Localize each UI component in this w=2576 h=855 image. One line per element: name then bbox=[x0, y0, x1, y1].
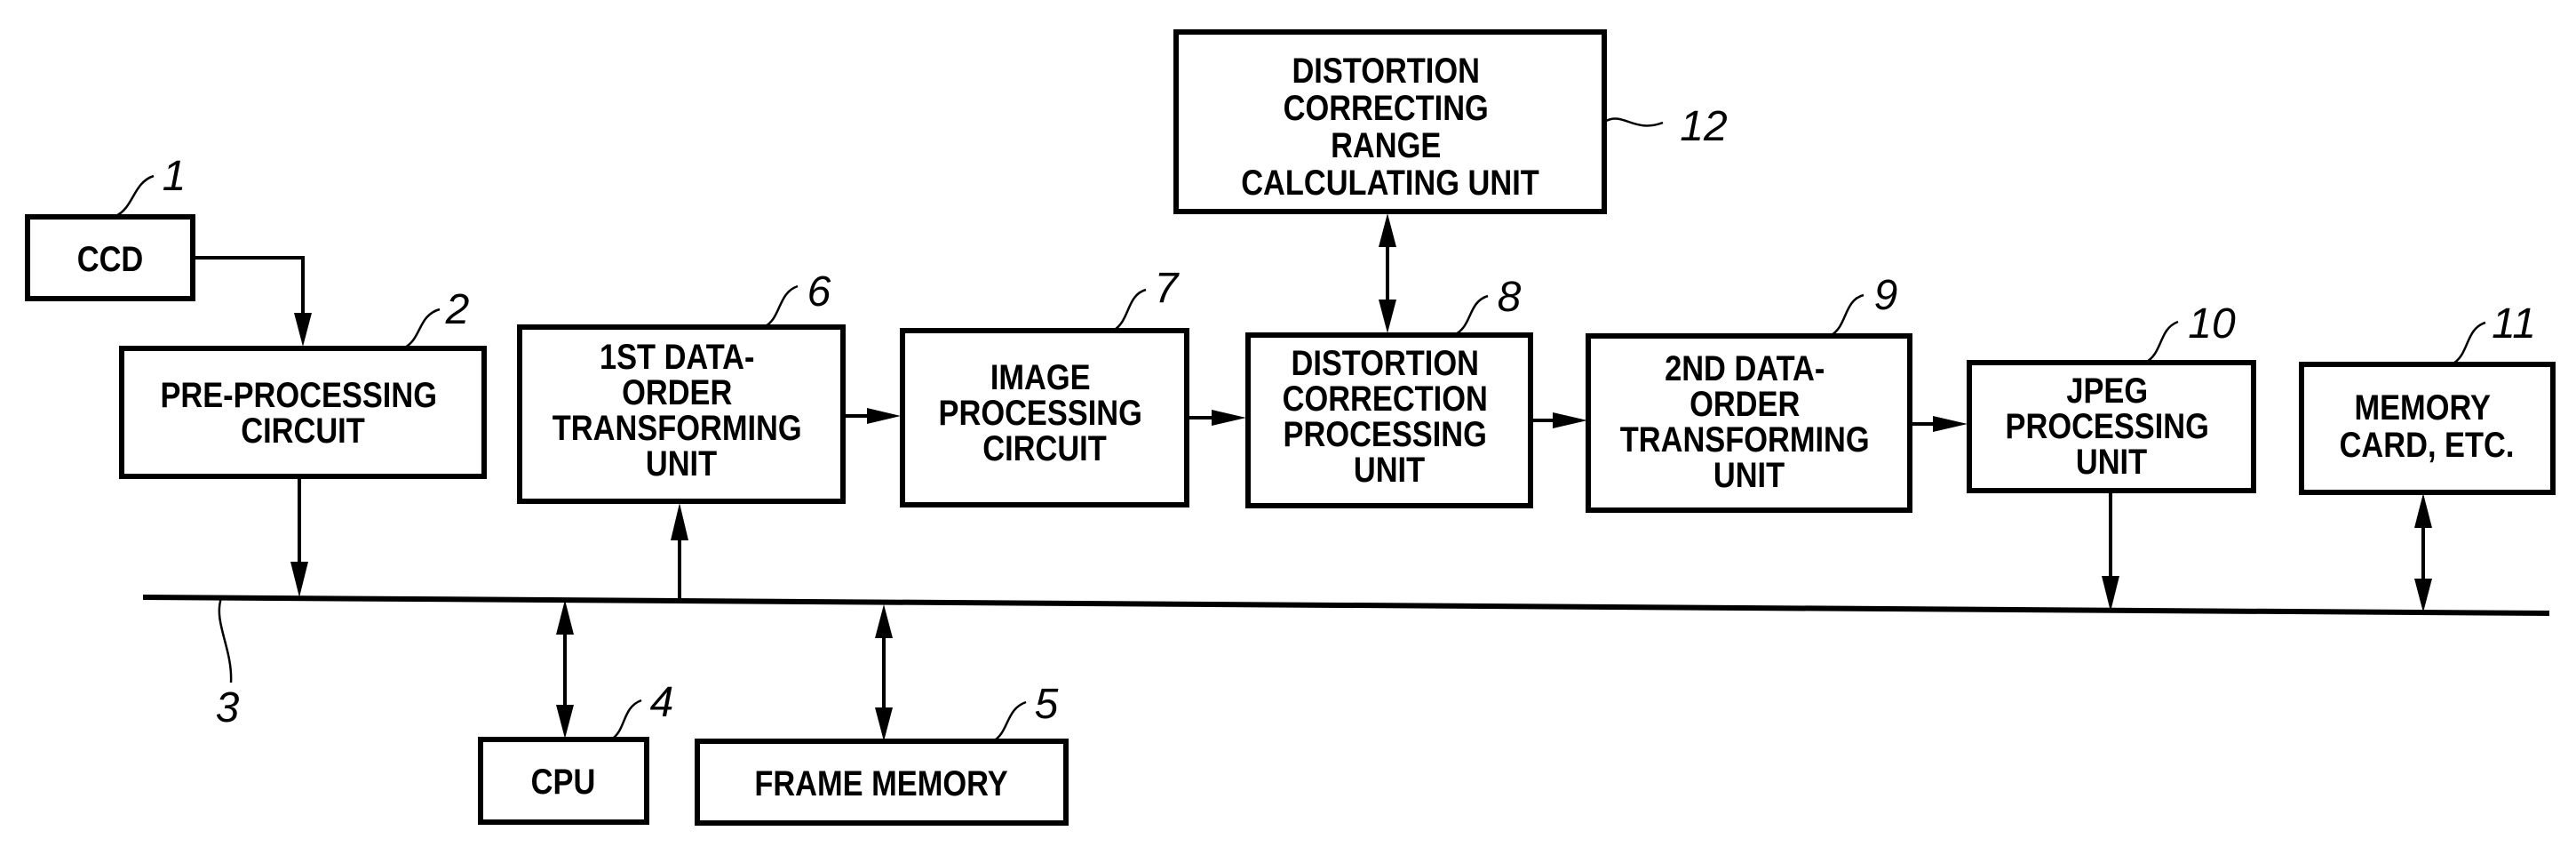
pre-processing-ref-number: 2 bbox=[445, 286, 470, 333]
block-cpu-label: CPU bbox=[531, 762, 596, 802]
block-frame-memory-label: FRAME MEMORY bbox=[754, 763, 1007, 803]
arrowhead-right-icon bbox=[1553, 412, 1587, 428]
second-data-order-ref-leader bbox=[1829, 293, 1864, 338]
cpu-ref-leader bbox=[610, 699, 642, 741]
frame-memory-ref-leader bbox=[992, 700, 1027, 743]
block-image-processing-line: PROCESSING bbox=[939, 393, 1142, 433]
bus-ref-leader bbox=[218, 597, 233, 683]
system-bus bbox=[142, 595, 2550, 616]
block-first-data-order-line: ORDER bbox=[622, 372, 732, 412]
first-data-order-ref-leader bbox=[763, 284, 799, 329]
arrowhead-down-icon bbox=[290, 562, 308, 597]
block-frame-memory: FRAME MEMORY 5 bbox=[695, 681, 1069, 826]
svg-text:CPU: CPU bbox=[531, 762, 596, 802]
arrowhead-right-icon bbox=[1933, 416, 1968, 432]
first-data-order-ref-number: 6 bbox=[807, 268, 831, 316]
arrowhead-down-icon bbox=[556, 705, 574, 739]
block-second-data-order-transforming-unit: 2ND DATA- ORDER TRANSFORMING UNIT 9 bbox=[1586, 272, 1912, 513]
block-distortion-correction-line: PROCESSING bbox=[1284, 414, 1487, 454]
distortion-correction-ref-number: 8 bbox=[1498, 274, 1522, 321]
svg-text:FRAME MEMORY: FRAME MEMORY bbox=[754, 763, 1007, 803]
block-memory-card-line: CARD, ETC. bbox=[2340, 425, 2515, 465]
block-image-processing-circuit: IMAGE PROCESSING CIRCUIT 7 bbox=[900, 265, 1189, 507]
block-cpu: CPU 4 bbox=[478, 679, 674, 825]
frame-memory-ref-number: 5 bbox=[1035, 681, 1059, 728]
arrowhead-up-icon bbox=[1379, 213, 1396, 247]
block-range-calc-line: DISTORTION bbox=[1292, 51, 1479, 91]
block-jpeg-line: UNIT bbox=[2076, 442, 2147, 482]
arrow-ccd-to-preprocessing bbox=[193, 256, 305, 320]
cpu-ref-number: 4 bbox=[650, 679, 674, 726]
block-distortion-correction-line: UNIT bbox=[1354, 450, 1425, 490]
second-data-order-ref-number: 9 bbox=[1874, 272, 1898, 319]
block-distortion-correction-line: CORRECTION bbox=[1283, 379, 1488, 419]
block-first-data-order-transforming-unit: 1ST DATA- ORDER TRANSFORMING UNIT 6 bbox=[517, 268, 846, 504]
block-jpeg-line: JPEG bbox=[2066, 371, 2148, 411]
arrowhead-up-icon bbox=[671, 503, 688, 540]
arrowhead-up-icon bbox=[556, 600, 574, 635]
svg-text:MEMORY CARD, ETC.: MEMORY CARD, ETC. bbox=[2340, 388, 2515, 465]
pre-processing-ref-leader bbox=[402, 308, 441, 350]
block-distortion-correction-line: DISTORTION bbox=[1291, 343, 1478, 383]
block-second-data-order-line: ORDER bbox=[1690, 384, 1800, 424]
block-distortion-correcting-range-calculating-unit: DISTORTION CORRECTING RANGE CALCULATING … bbox=[1173, 29, 1728, 214]
image-processing-ref-leader bbox=[1112, 288, 1147, 332]
block-first-data-order-line: UNIT bbox=[646, 443, 717, 483]
ccd-ref-leader bbox=[115, 174, 155, 218]
memory-card-ref-leader bbox=[2451, 321, 2486, 366]
block-memory-card: MEMORY CARD, ETC. 11 bbox=[2299, 300, 2556, 495]
arrowhead-down-icon bbox=[1379, 300, 1396, 333]
block-first-data-order-line: 1ST DATA- bbox=[600, 337, 754, 377]
arrowhead-down-icon bbox=[2414, 579, 2432, 612]
block-jpeg-processing-unit: JPEG PROCESSING UNIT 10 bbox=[1967, 300, 2256, 493]
block-second-data-order-line: UNIT bbox=[1713, 455, 1785, 495]
svg-text:CCD: CCD bbox=[77, 239, 144, 279]
image-processing-ref-number: 7 bbox=[1155, 265, 1181, 312]
memory-card-ref-number: 11 bbox=[2492, 300, 2536, 348]
block-jpeg-line: PROCESSING bbox=[2006, 406, 2209, 446]
block-pre-processing-line: CIRCUIT bbox=[241, 411, 365, 451]
block-second-data-order-line: TRANSFORMING bbox=[1620, 420, 1870, 459]
bus-ref-number: 3 bbox=[216, 684, 240, 731]
jpeg-ref-leader bbox=[2144, 320, 2179, 364]
block-memory-card-line: MEMORY bbox=[2354, 388, 2491, 428]
arrowhead-down-icon bbox=[294, 313, 312, 347]
arrowhead-down-icon bbox=[875, 707, 893, 741]
arrowhead-down-icon bbox=[2102, 576, 2119, 611]
block-range-calc-line: CALCULATING UNIT bbox=[1241, 163, 1539, 203]
range-calc-ref-number: 12 bbox=[1680, 103, 1727, 150]
block-range-calc-line: CORRECTING bbox=[1284, 88, 1489, 128]
arrowhead-up-icon bbox=[2414, 493, 2432, 528]
block-ccd-label: CCD bbox=[77, 239, 144, 279]
block-image-processing-line: CIRCUIT bbox=[982, 428, 1107, 468]
arrowhead-right-icon bbox=[867, 408, 901, 424]
range-calc-ref-leader bbox=[1605, 117, 1664, 127]
block-range-calc-line: RANGE bbox=[1331, 125, 1441, 165]
arrowhead-right-icon bbox=[1212, 410, 1246, 426]
block-diagram: 3 CCD 1 PRE-PROCESSING CIRCUIT 2 1ST DAT… bbox=[25, 29, 2556, 826]
block-image-processing-line: IMAGE bbox=[990, 357, 1091, 397]
jpeg-ref-number: 10 bbox=[2188, 300, 2236, 348]
block-first-data-order-line: TRANSFORMING bbox=[553, 408, 802, 448]
block-second-data-order-line: 2ND DATA- bbox=[1665, 348, 1825, 388]
block-pre-processing-line: PRE-PROCESSING bbox=[160, 375, 437, 415]
ccd-ref-number: 1 bbox=[163, 153, 187, 200]
arrowhead-up-icon bbox=[875, 604, 893, 638]
block-ccd: CCD 1 bbox=[25, 153, 195, 301]
distortion-correction-ref-leader bbox=[1453, 294, 1489, 337]
